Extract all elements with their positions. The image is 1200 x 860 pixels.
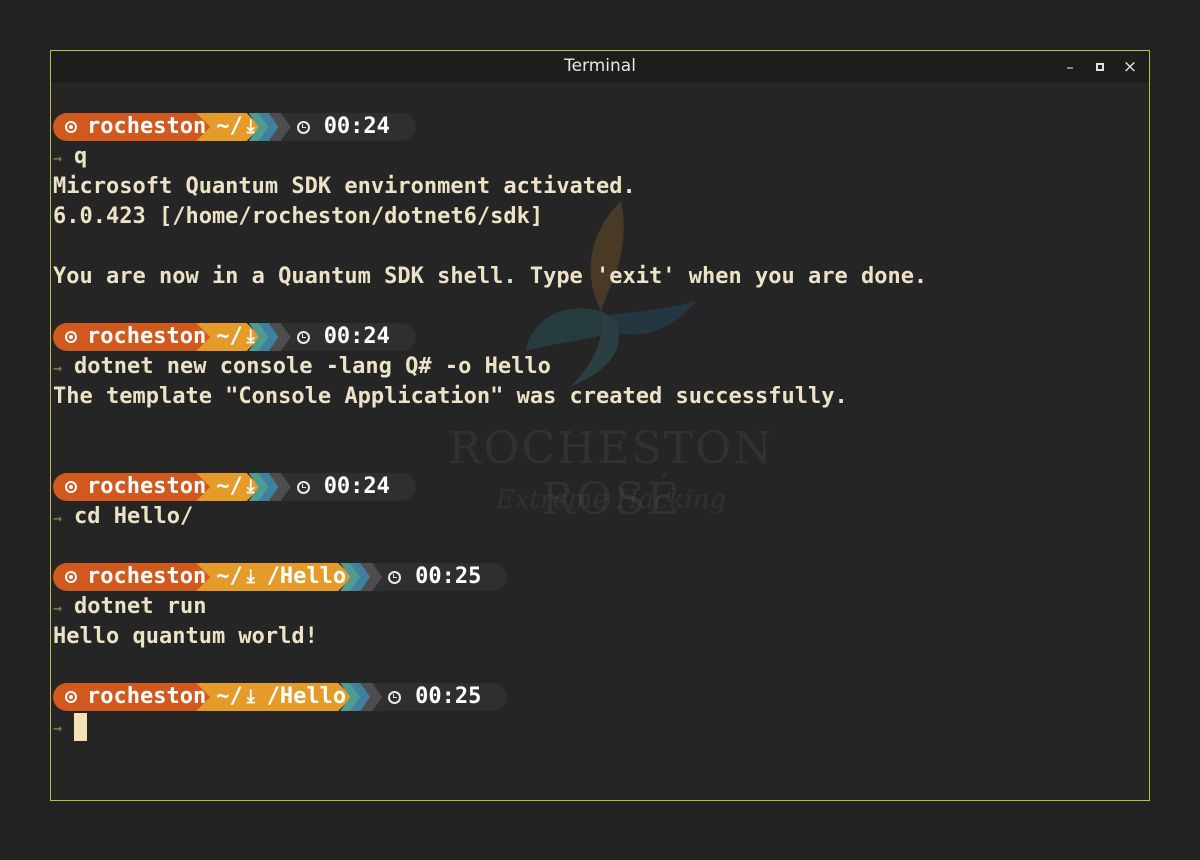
clock-icon <box>296 330 310 344</box>
prompt-path: ~/ <box>216 324 243 349</box>
maximize-button[interactable] <box>1091 58 1109 76</box>
window-title: Terminal <box>564 56 636 76</box>
prompt-time-segment: 00:24 <box>278 473 416 501</box>
output-line: You are now in a Quantum SDK shell. Type… <box>53 264 928 289</box>
prompt-user-segment: rocheston <box>53 113 211 141</box>
output-line: Hello quantum world! <box>53 624 318 649</box>
command-arrow-icon: → <box>53 599 63 617</box>
text-cursor <box>74 713 88 741</box>
clock-icon <box>388 690 402 704</box>
prompt-user: rocheston <box>87 114 207 139</box>
command-line: → q <box>53 142 87 172</box>
prompt-time: 00:24 <box>323 324 390 349</box>
prompt-path-segment: ~/⤓ /Hello <box>196 683 352 711</box>
prompt-time-segment: 00:25 <box>370 563 508 591</box>
prompt-subdir: /Hello <box>266 684 347 709</box>
command-arrow-icon: → <box>53 359 63 377</box>
clock-icon <box>296 480 310 494</box>
prompt-path: ~/ <box>216 684 243 709</box>
prompt-line: rocheston ~/⤓ /Hello 00:25 <box>53 562 508 592</box>
command-arrow-icon: → <box>53 509 63 527</box>
prompt-line: rocheston ~/⤓ 00:24 <box>53 322 416 352</box>
user-circle-icon <box>65 121 77 133</box>
terminal-output[interactable]: rocheston ~/⤓ 00:24 → q Microsoft Quantum… <box>53 112 1149 800</box>
prompt-time: 00:24 <box>323 114 390 139</box>
prompt-time: 00:25 <box>415 684 482 709</box>
user-circle-icon <box>65 691 77 703</box>
prompt-user-segment: rocheston <box>53 473 211 501</box>
terminal-window: Terminal – × ROCHESTON ROSÉ Extreme Hack… <box>50 50 1150 801</box>
clock-icon <box>296 120 310 134</box>
download-folder-icon: ⤓ <box>246 566 255 587</box>
output-line: 6.0.423 [/home/rocheston/dotnet6/sdk] <box>53 204 544 229</box>
prompt-time-segment: 00:25 <box>370 683 508 711</box>
clock-icon <box>388 570 402 584</box>
output-line: Microsoft Quantum SDK environment activa… <box>53 174 636 199</box>
output-line: The template "Console Application" was c… <box>53 384 848 409</box>
download-folder-icon: ⤓ <box>246 686 255 707</box>
prompt-time: 00:24 <box>323 474 390 499</box>
command-line: → dotnet new console -lang Q# -o Hello <box>53 352 551 382</box>
command-text: dotnet new console -lang Q# -o Hello <box>74 354 551 379</box>
prompt-subdir: /Hello <box>266 564 347 589</box>
prompt-line: rocheston ~/⤓ 00:24 <box>53 472 416 502</box>
title-bar[interactable]: Terminal – × <box>51 51 1149 82</box>
user-circle-icon <box>65 481 77 493</box>
command-arrow-icon: → <box>53 149 63 167</box>
prompt-path-segment: ~/⤓ /Hello <box>196 563 352 591</box>
user-circle-icon <box>65 571 77 583</box>
minimize-button[interactable]: – <box>1061 58 1079 76</box>
prompt-time-segment: 00:24 <box>278 113 416 141</box>
prompt-user: rocheston <box>87 684 207 709</box>
user-circle-icon <box>65 331 77 343</box>
prompt-line: rocheston ~/⤓ /Hello 00:25 <box>53 682 508 712</box>
prompt-user: rocheston <box>87 324 207 349</box>
command-text: q <box>74 144 88 169</box>
command-text: cd Hello/ <box>74 504 194 529</box>
prompt-user-segment: rocheston <box>53 323 211 351</box>
command-text: dotnet run <box>74 594 207 619</box>
maximize-icon <box>1096 63 1104 71</box>
prompt-time-segment: 00:24 <box>278 323 416 351</box>
command-input-line[interactable]: → <box>53 712 88 742</box>
prompt-time: 00:25 <box>415 564 482 589</box>
prompt-path: ~/ <box>216 114 243 139</box>
command-line: → cd Hello/ <box>53 502 193 532</box>
prompt-path: ~/ <box>216 474 243 499</box>
command-arrow-icon: → <box>53 719 63 737</box>
prompt-user-segment: rocheston <box>53 683 211 711</box>
command-line: → dotnet run <box>53 592 206 622</box>
prompt-user: rocheston <box>87 474 207 499</box>
prompt-path: ~/ <box>216 564 243 589</box>
prompt-line: rocheston ~/⤓ 00:24 <box>53 112 416 142</box>
close-button[interactable]: × <box>1121 58 1139 76</box>
prompt-user: rocheston <box>87 564 207 589</box>
prompt-user-segment: rocheston <box>53 563 211 591</box>
